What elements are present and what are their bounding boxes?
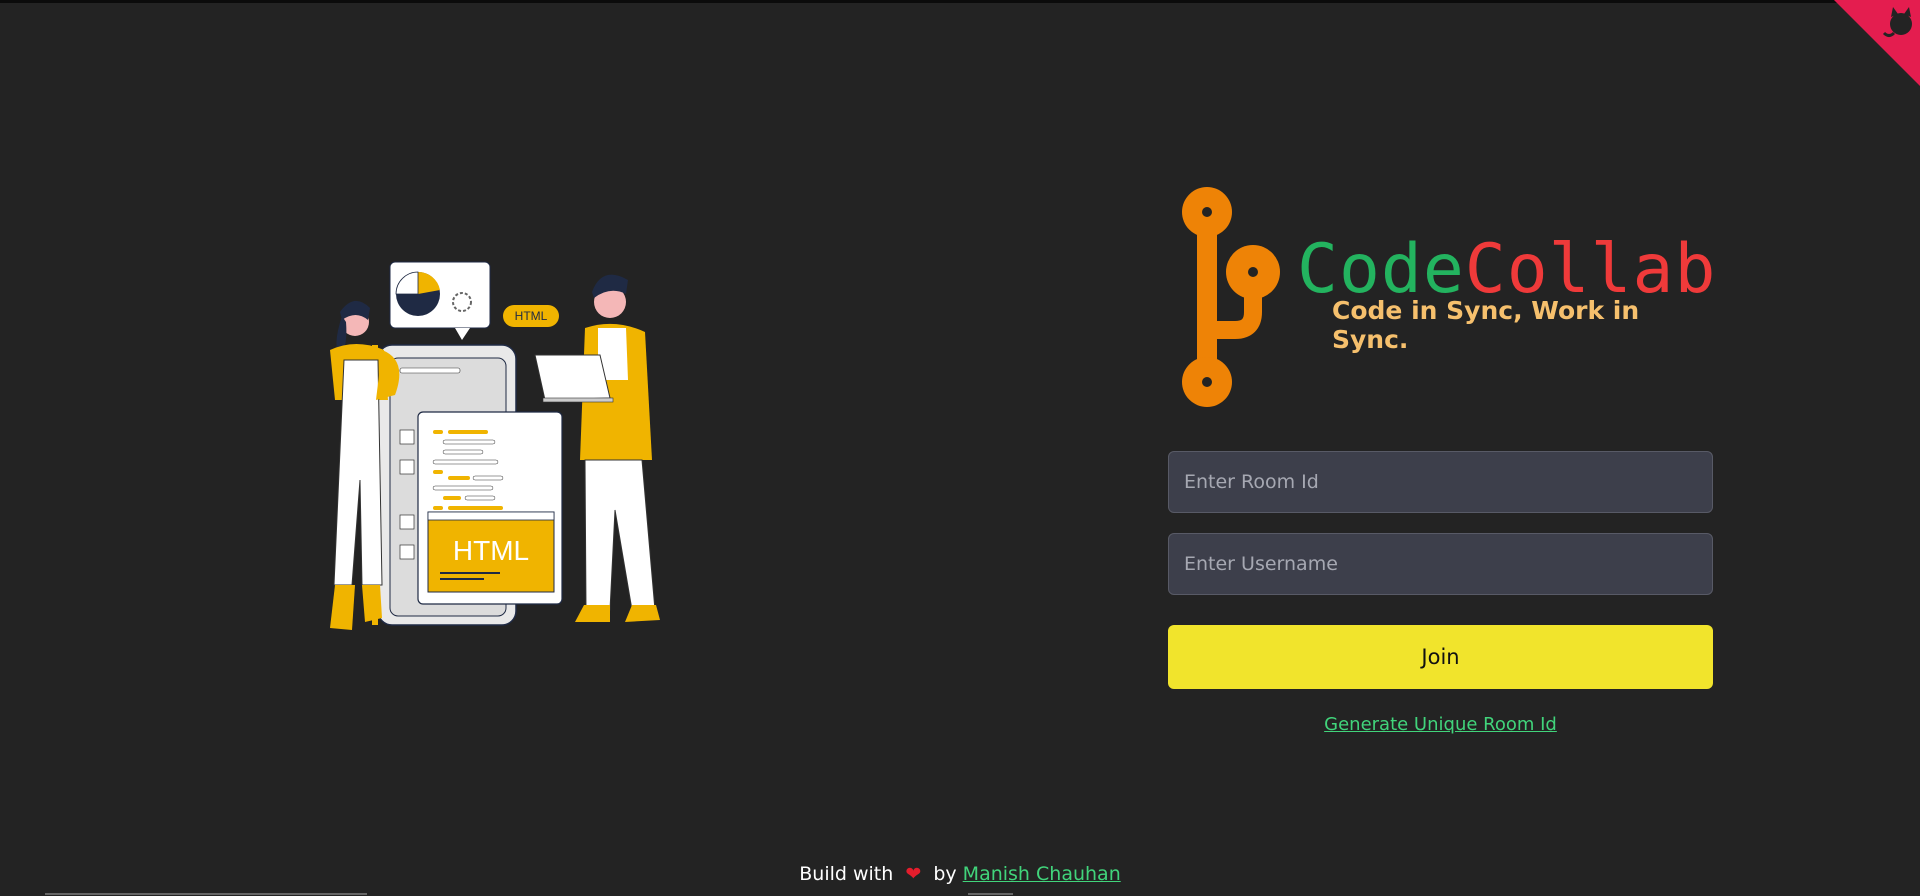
app-tagline: Code in Sync, Work in Sync. [1332,296,1640,354]
scrollbar-indicator [45,893,367,895]
join-button[interactable]: Join [1168,625,1713,689]
footer-by: by [933,863,957,885]
room-id-input[interactable] [1168,451,1713,513]
author-link[interactable]: Manish Chauhan [963,863,1121,885]
collaboration-illustration: HTML HTML [330,261,660,630]
github-corner-link[interactable] [1834,0,1920,86]
scrollbar-indicator-small [968,893,1013,895]
username-input[interactable] [1168,533,1713,595]
top-border [0,0,1920,3]
footer-prefix: Build with [799,863,894,885]
github-icon [1834,0,1920,86]
generate-room-id-link[interactable]: Generate Unique Room Id [1168,714,1713,735]
heart-icon: ❤ [905,863,922,885]
html-panel-label: HTML [453,535,529,566]
footer: Build with ❤ by Manish Chauhan [0,863,1920,885]
html-badge-label: HTML [515,309,548,323]
codecollab-logo-icon [1182,187,1280,407]
join-room-form: Join Generate Unique Room Id [1168,451,1713,735]
brand-header: CodeCollab Code in Sync, Work in Sync. [1175,178,1715,418]
